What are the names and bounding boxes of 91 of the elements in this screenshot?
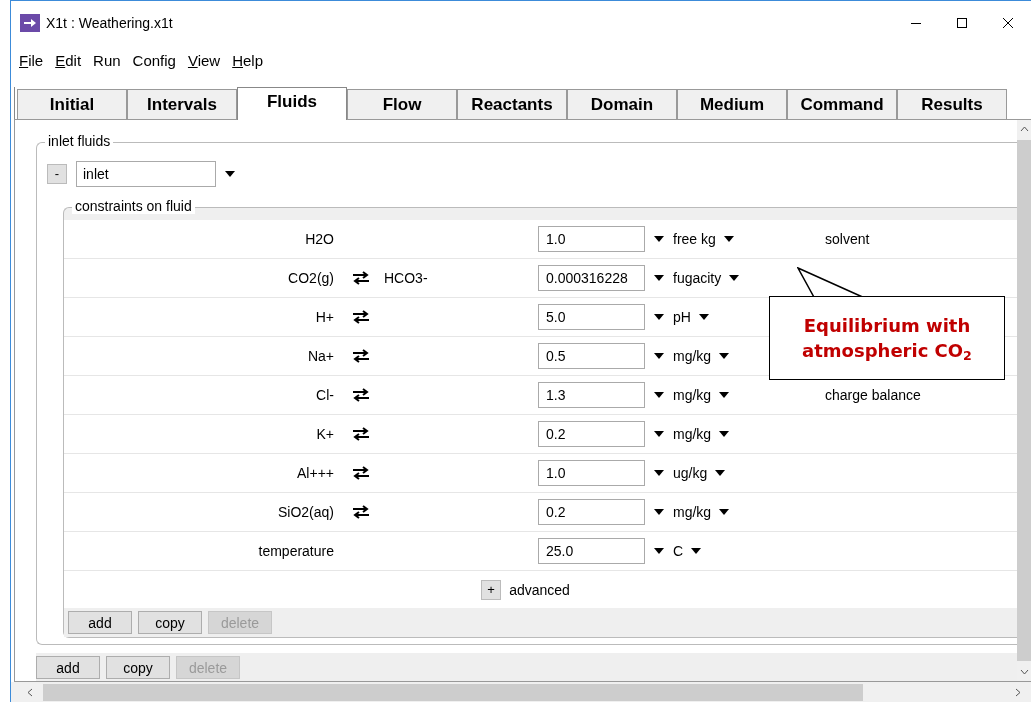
unit-dropdown[interactable]: pH [673,309,691,325]
dropdown-caret-icon[interactable] [654,236,664,242]
toolbar-button[interactable]: copy [138,611,202,634]
dropdown-caret-icon[interactable] [723,236,734,242]
swap-icon[interactable] [352,505,370,519]
dropdown-caret-icon[interactable] [654,275,664,281]
maximize-icon [956,17,968,29]
unit-dropdown[interactable]: mg/kg [673,348,712,364]
menu-item[interactable]: View [187,51,227,69]
unit-dropdown[interactable]: fugacity [673,270,722,286]
close-icon [1002,17,1014,29]
horizontal-scrollbar[interactable] [11,682,1031,702]
dropdown-caret-icon[interactable] [654,509,664,515]
menu-item[interactable]: File [19,51,50,69]
value-field[interactable]: 1.3 [538,382,645,408]
species-label: temperature [257,543,334,559]
dropdown-caret-icon[interactable] [654,314,664,320]
species-label: H2O [304,231,334,247]
dropdown-caret-icon[interactable] [225,171,235,177]
dropdown-caret-icon[interactable] [654,548,664,554]
species-label: K+ [315,426,334,442]
scroll-left-icon[interactable] [27,687,33,697]
unit-dropdown[interactable]: C [673,543,684,559]
species-label: Na+ [306,348,334,364]
species-label: SiO2(aq) [276,504,334,520]
scroll-thumb[interactable] [43,683,863,701]
constraint-note: charge balance [825,387,921,403]
tab[interactable]: Fluids [237,87,347,120]
species-label: Al+++ [296,465,334,481]
value-field[interactable]: 0.2 [538,421,645,447]
dropdown-caret-icon[interactable] [729,275,740,281]
species-label: CO2(g) [287,270,334,286]
group-legend: inlet fluids [45,133,114,149]
window-title: X1t : Weathering.x1t [46,15,173,31]
dropdown-caret-icon[interactable] [654,470,664,476]
collapse-button[interactable]: - [47,164,67,184]
swap-icon[interactable] [352,310,370,324]
tab[interactable]: Medium [677,89,787,119]
swap-icon[interactable] [352,388,370,402]
fluid-name-field[interactable]: inlet [76,161,216,187]
value-field[interactable]: 1.0 [538,226,645,252]
value-field[interactable]: 25.0 [538,538,645,564]
menu-item[interactable]: Help [232,51,270,69]
group-legend: constraints on fluid [72,198,195,214]
swap-icon[interactable] [352,349,370,363]
constraint-note: solvent [825,231,870,247]
swap-icon[interactable] [352,427,370,441]
dropdown-caret-icon[interactable] [719,431,730,437]
expand-button[interactable]: + [481,579,502,600]
dropdown-caret-icon[interactable] [719,509,730,515]
toolbar-button[interactable]: copy [106,656,170,679]
dropdown-caret-icon[interactable] [654,431,664,437]
menu-item[interactable]: Run [93,51,127,69]
swap-icon[interactable] [352,466,370,480]
dropdown-caret-icon[interactable] [654,353,664,359]
value-field[interactable]: 0.2 [538,499,645,525]
species-label: H+ [314,309,334,325]
tab[interactable]: Results [897,89,1007,119]
scroll-down-icon[interactable] [1019,669,1029,675]
species-label: Cl- [315,387,334,403]
scroll-up-icon[interactable] [1019,126,1029,132]
tab[interactable]: Domain [567,89,677,119]
unit-dropdown[interactable]: ug/kg [673,465,708,481]
unit-dropdown[interactable]: mg/kg [673,387,712,403]
value-field[interactable]: 0.000316228 [538,265,645,291]
app-icon [20,14,40,32]
tab[interactable]: Command [787,89,897,119]
scroll-right-icon[interactable] [1015,687,1021,697]
tab[interactable]: Flow [347,89,457,119]
dropdown-caret-icon[interactable] [698,314,709,320]
tab[interactable]: Intervals [127,89,237,119]
menu-item[interactable]: Edit [55,51,88,69]
swap-icon[interactable] [352,271,370,285]
tab[interactable]: Initial [17,89,127,119]
dropdown-caret-icon[interactable] [654,392,664,398]
swap-species-label: HCO3- [383,270,429,286]
toolbar-button[interactable]: add [68,611,132,634]
value-field[interactable]: 1.0 [538,460,645,486]
dropdown-caret-icon[interactable] [719,353,730,359]
unit-dropdown[interactable]: mg/kg [673,504,712,520]
unit-dropdown[interactable]: mg/kg [673,426,712,442]
unit-dropdown[interactable]: free kg [673,231,716,247]
dropdown-caret-icon[interactable] [691,548,702,554]
tab[interactable]: Reactants [457,89,567,119]
value-field[interactable]: 0.5 [538,343,645,369]
dropdown-caret-icon[interactable] [715,470,726,476]
dropdown-caret-icon[interactable] [719,392,730,398]
value-field[interactable]: 5.0 [538,304,645,330]
toolbar-button[interactable]: add [36,656,100,679]
advanced-label: advanced [509,581,570,598]
menu-item[interactable]: Config [132,51,182,69]
